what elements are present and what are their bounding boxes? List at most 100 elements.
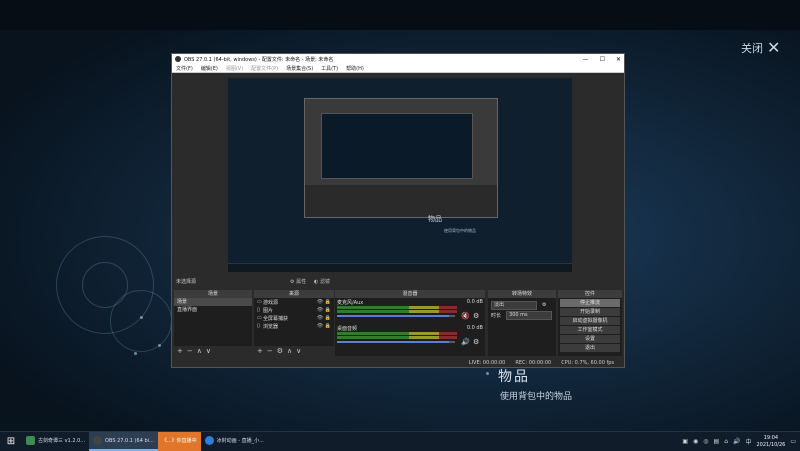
- scene-item[interactable]: 场景: [174, 298, 252, 306]
- source-label: 游戏源: [263, 299, 279, 306]
- transition-type-select[interactable]: 淡出: [491, 300, 537, 310]
- volume-slider[interactable]: [337, 341, 455, 343]
- visibility-lock-icon[interactable]: 👁 🔒: [317, 323, 331, 329]
- volume-slider[interactable]: [337, 315, 455, 317]
- obs-preview[interactable]: 物品 使用背包中的物品: [228, 78, 572, 272]
- source-item[interactable]: ▭ 全屏幕捕获 👁 🔒: [254, 314, 334, 322]
- close-game-button[interactable]: 关闭 ✕: [741, 40, 780, 56]
- menu-file[interactable]: 文件(F): [176, 65, 193, 72]
- move-down-icon[interactable]: ∨: [296, 347, 301, 355]
- menu-help[interactable]: 帮助(H): [346, 65, 364, 72]
- properties-button[interactable]: ⚙ 属性: [290, 278, 306, 285]
- gear-icon[interactable]: ⚙: [473, 312, 479, 320]
- visibility-lock-icon[interactable]: 👁 🔒: [317, 299, 331, 305]
- decorative-dot: [158, 344, 161, 347]
- taskbar-app-browser[interactable]: 冰封动画 - 直播_小...: [201, 432, 268, 451]
- settings-button[interactable]: 设置: [560, 335, 620, 343]
- cpu-status: CPU: 0.7%, 60.00 fps: [561, 359, 614, 366]
- track-db: 0.0 dB: [466, 325, 483, 331]
- gear-icon[interactable]: ⚙: [277, 347, 283, 355]
- no-source-label: 未选择源: [176, 279, 197, 285]
- nested-obs-preview: [304, 98, 498, 218]
- duration-label: 时长: [491, 312, 502, 319]
- start-recording-button[interactable]: 开始录制: [560, 308, 620, 316]
- track-db: 0.0 dB: [466, 299, 483, 305]
- menu-profile[interactable]: 配置文件(P): [251, 65, 278, 72]
- source-item[interactable]: ▯ 浏览器 👁 🔒: [254, 322, 334, 330]
- move-down-icon[interactable]: ∨: [206, 347, 211, 355]
- menu-scene-collection[interactable]: 场景集合(S): [286, 65, 313, 72]
- browser-app-icon: [204, 436, 214, 445]
- gear-icon[interactable]: ⚙: [473, 338, 479, 346]
- gear-icon[interactable]: ⚙: [542, 302, 546, 308]
- menu-view[interactable]: 视图(V): [226, 65, 243, 72]
- visibility-lock-icon[interactable]: 👁 🔒: [317, 307, 331, 313]
- source-label: 浏览器: [263, 323, 279, 330]
- volume-meter: [337, 336, 457, 339]
- maximize-icon[interactable]: ☐: [600, 56, 605, 63]
- add-icon[interactable]: +: [257, 347, 263, 355]
- notification-icon[interactable]: ▭: [790, 438, 796, 445]
- decorative-ring: [110, 290, 172, 352]
- task-label: 《...》你直播中: [161, 438, 197, 444]
- tray-app-icon[interactable]: ▣: [682, 438, 688, 445]
- menu-edit[interactable]: 编辑(E): [201, 65, 218, 72]
- visibility-lock-icon[interactable]: 👁 🔒: [317, 315, 331, 321]
- filters-button[interactable]: ◐ 滤镜: [314, 278, 330, 285]
- scenes-toolbar: + − ∧ ∨: [174, 346, 255, 356]
- volume-meter: [337, 332, 457, 335]
- volume-meter: [337, 306, 457, 309]
- filter-icon: ◐: [314, 279, 319, 285]
- windows-logo-icon[interactable]: ⊞: [0, 432, 22, 451]
- source-label: 图片: [263, 307, 274, 314]
- controls-panel: 停止推流 开始录制 启动虚拟摄像机 工作室模式 设置 退出: [558, 298, 622, 356]
- preview-taskbar: [228, 263, 572, 272]
- filters-label: 滤镜: [319, 279, 330, 285]
- move-up-icon[interactable]: ∧: [287, 347, 292, 355]
- system-tray: ▣ ◉ ◎ ▤ ⌂ 🔊 中 19:04 2021/10/26 ▭: [682, 432, 796, 451]
- taskbar-app-live[interactable]: 《...》你直播中: [157, 432, 201, 451]
- add-icon[interactable]: +: [177, 347, 183, 355]
- speaker-icon[interactable]: 🔊: [461, 338, 470, 346]
- network-icon[interactable]: ⌂: [724, 438, 728, 445]
- language-icon[interactable]: 中: [745, 437, 751, 446]
- obs-titlebar[interactable]: OBS 27.0.1 (64-bit, windows) - 配置文件: 未命名…: [172, 54, 624, 64]
- game-item-description: 使用背包中的物品: [500, 392, 573, 402]
- volume-icon[interactable]: 🔊: [733, 438, 740, 445]
- clock[interactable]: 19:04 2021/10/26: [757, 435, 786, 449]
- source-item[interactable]: ▭ 游戏源 👁 🔒: [254, 298, 334, 306]
- windows-taskbar: ⊞ 古剑奇谭三 v1.2.0... OBS 27.0.1 (64 bi... 《…: [0, 431, 800, 451]
- stop-streaming-button[interactable]: 停止推流: [560, 299, 620, 307]
- remove-icon[interactable]: −: [187, 347, 193, 355]
- taskbar-app-game[interactable]: 古剑奇谭三 v1.2.0...: [22, 432, 89, 451]
- exit-button[interactable]: 退出: [560, 344, 620, 352]
- transitions-panel: 淡出 ⚙ 时长 300 ms: [488, 298, 556, 356]
- minimize-icon[interactable]: —: [583, 56, 589, 63]
- menu-tools[interactable]: 工具(T): [321, 65, 338, 72]
- obs-window-title: OBS 27.0.1 (64-bit, windows) - 配置文件: 未命名…: [184, 56, 334, 63]
- studio-mode-button[interactable]: 工作室模式: [560, 326, 620, 334]
- preview-item-title: 物品: [428, 215, 442, 223]
- duration-input[interactable]: 300 ms: [506, 310, 553, 320]
- obs-window: OBS 27.0.1 (64-bit, windows) - 配置文件: 未命名…: [171, 53, 625, 368]
- track-name: 桌面音频: [337, 326, 358, 332]
- scene-item[interactable]: 直播界面: [174, 306, 252, 314]
- decorative-dot: [486, 372, 489, 375]
- tray-app-icon[interactable]: ▤: [714, 438, 720, 445]
- source-item[interactable]: ▯ 图片 👁 🔒: [254, 306, 334, 314]
- tray-app-icon[interactable]: ◉: [693, 438, 698, 445]
- game-top-bar: [0, 0, 800, 30]
- taskbar-app-obs[interactable]: OBS 27.0.1 (64 bi...: [89, 432, 158, 451]
- speaker-muted-icon[interactable]: 🔇: [461, 312, 470, 320]
- tray-app-icon[interactable]: ◎: [703, 438, 708, 445]
- gear-icon: ⚙: [290, 279, 295, 285]
- sources-list: ▭ 游戏源 👁 🔒 ▯ 图片 👁 🔒 ▭ 全屏幕捕获 👁 🔒 ▯ 浏览器 👁 🔒: [254, 298, 334, 346]
- move-up-icon[interactable]: ∧: [197, 347, 202, 355]
- scenes-list: 场景 直播界面: [174, 298, 252, 346]
- remove-icon[interactable]: −: [267, 347, 273, 355]
- clock-date: 2021/10/26: [756, 441, 786, 448]
- start-virtual-camera-button[interactable]: 启动虚拟摄像机: [560, 317, 620, 325]
- live-status: LIVE: 00:00:00: [468, 359, 506, 366]
- mixer-track: 麦克风/Aux 0.0 dB 🔇 ⚙: [335, 299, 485, 323]
- close-icon[interactable]: ✕: [616, 56, 621, 63]
